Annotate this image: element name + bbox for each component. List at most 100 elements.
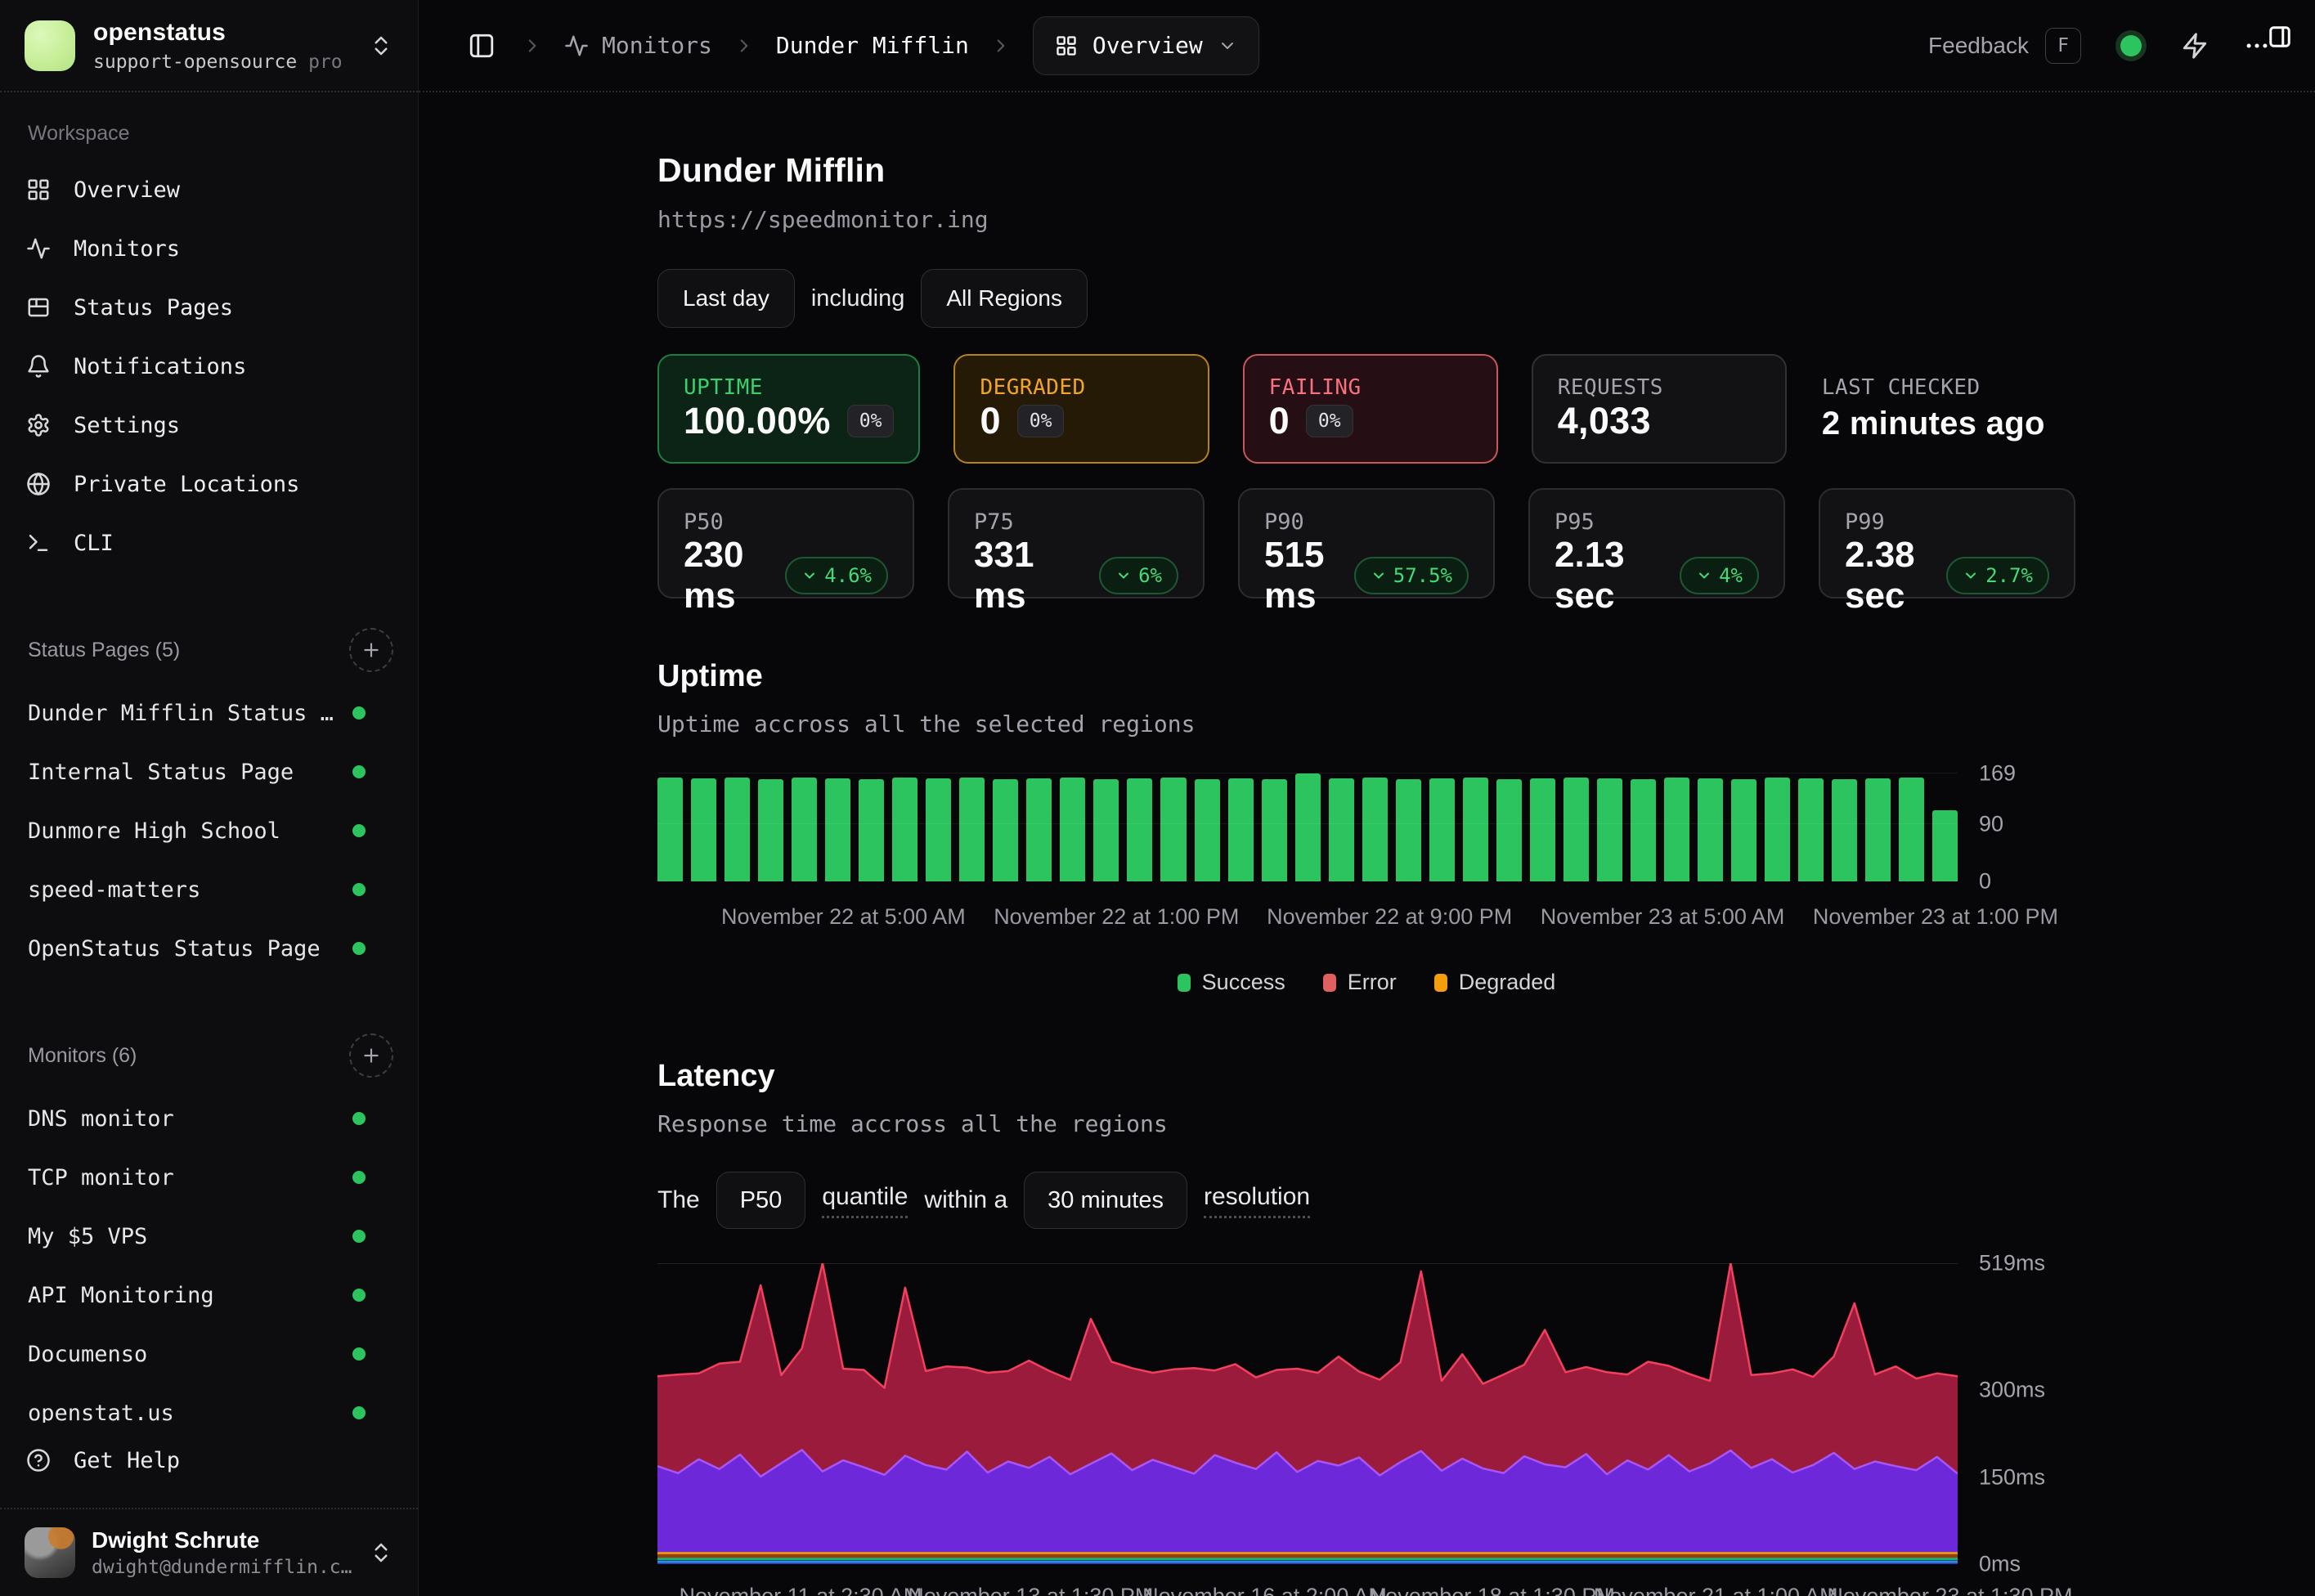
uptime-bar	[1262, 779, 1287, 881]
add-status-page-button[interactable]	[349, 628, 393, 672]
uptime-bar	[892, 778, 917, 881]
monitor-item[interactable]: Documenso	[25, 1325, 393, 1383]
uptime-bar	[1664, 778, 1689, 881]
sidebar-toggle-button[interactable]	[463, 27, 500, 65]
status-page-item[interactable]: Dunder Mifflin Status …	[25, 684, 393, 742]
trend-down-badge: 57.5%	[1354, 557, 1469, 594]
stats-grid: UPTIME 100.00% 0% DEGRADED 0 0% FAILING …	[657, 354, 2075, 464]
sidebar-item-overview[interactable]: Overview	[25, 160, 393, 219]
latency-area-chart	[657, 1263, 1958, 1564]
uptime-bar	[1228, 778, 1254, 881]
latency-subtitle: Response time accross all the regions	[657, 1110, 2315, 1137]
view-selector-button[interactable]: Overview	[1033, 16, 1259, 75]
details-panel-toggle-button[interactable]	[2268, 25, 2292, 49]
status-dot	[352, 765, 366, 778]
legend-item-success: Success	[1178, 970, 1285, 995]
uptime-bar	[758, 779, 783, 881]
latency-controls: The P50 quantile within a 30 minutes res…	[657, 1172, 2315, 1229]
feedback-button[interactable]: Feedback F	[1928, 28, 2081, 64]
chevron-right-icon	[734, 35, 755, 56]
quantile-word[interactable]: quantile	[822, 1183, 908, 1218]
chevron-right-icon	[990, 35, 1012, 56]
uptime-bar	[1060, 778, 1085, 881]
command-menu-button[interactable]	[2181, 32, 2209, 60]
status-page-item[interactable]: Internal Status Page	[25, 742, 393, 801]
monitor-item[interactable]: API Monitoring	[25, 1266, 393, 1325]
stat-card-failing: FAILING 0 0%	[1243, 354, 1498, 464]
regions-filter-button[interactable]: All Regions	[921, 269, 1088, 328]
breadcrumb-monitors[interactable]: Monitors	[564, 32, 712, 59]
more-options-button[interactable]	[2243, 32, 2271, 60]
latency-section: Latency Response time accross all the re…	[657, 1059, 2315, 1596]
uptime-bar	[1631, 779, 1656, 881]
sidebar-item-settings[interactable]: Settings	[25, 396, 393, 455]
get-help-label: Get Help	[74, 1448, 180, 1473]
percentiles-grid: P50 230 ms 4.6% P75 331 ms 6% P90 515 ms…	[657, 488, 2075, 598]
monitors-section-title: Monitors (6)	[25, 1044, 137, 1068]
quantile-select-button[interactable]: P50	[716, 1172, 806, 1229]
get-help-button[interactable]: Get Help	[25, 1431, 393, 1490]
percentile-card-p99: P99 2.38 sec 2.7%	[1819, 488, 2075, 598]
sidebar-item-cli[interactable]: CLI	[25, 513, 393, 572]
monitor-item[interactable]: TCP monitor	[25, 1148, 393, 1207]
uptime-bar	[1127, 778, 1152, 881]
monitor-item[interactable]: My $5 VPS	[25, 1207, 393, 1266]
monitor-item[interactable]: openstat.us	[25, 1383, 393, 1423]
workspace-section-label: Workspace	[28, 122, 393, 146]
uptime-bar-chart	[657, 773, 1958, 881]
monitors-list: DNS monitor TCP monitor My $5 VPS API Mo…	[25, 1089, 393, 1423]
help-circle-icon	[25, 1448, 52, 1473]
uptime-bar	[1429, 778, 1455, 881]
sidebar-item-notifications[interactable]: Notifications	[25, 337, 393, 396]
uptime-bar	[859, 779, 884, 881]
uptime-bar	[1899, 778, 1924, 881]
status-dot	[352, 824, 366, 837]
uptime-bar	[959, 778, 985, 881]
uptime-bar	[1160, 778, 1186, 881]
activity-icon	[564, 34, 589, 58]
uptime-bar	[1362, 778, 1388, 881]
status-page-item[interactable]: speed-matters	[25, 860, 393, 919]
status-dot	[352, 1112, 366, 1125]
user-menu[interactable]: Dwight Schrute dwight@dundermifflin.c…	[0, 1508, 418, 1596]
stat-card-degraded: DEGRADED 0 0%	[953, 354, 1209, 464]
breadcrumb-monitor-name[interactable]: Dunder Mifflin	[776, 32, 969, 59]
grid-icon	[25, 177, 52, 202]
uptime-bar	[657, 778, 683, 881]
resolution-word[interactable]: resolution	[1204, 1183, 1310, 1218]
globe-icon	[25, 472, 52, 496]
monitor-item[interactable]: DNS monitor	[25, 1089, 393, 1148]
resolution-select-button[interactable]: 30 minutes	[1024, 1172, 1187, 1229]
system-status-indicator[interactable]	[2115, 30, 2147, 61]
add-monitor-button[interactable]	[349, 1033, 393, 1078]
plus-icon	[361, 639, 382, 661]
stat-card-last-checked: LAST CHECKED 2 minutes ago	[1820, 354, 2075, 464]
status-page-item[interactable]: OpenStatus Status Page	[25, 919, 393, 978]
sidebar-item-monitors[interactable]: Monitors	[25, 219, 393, 278]
workspace-switcher[interactable]: openstatus support-opensource pro	[0, 0, 418, 92]
status-page-item[interactable]: Dunmore High School	[25, 801, 393, 860]
sidebar-item-private-locations[interactable]: Private Locations	[25, 455, 393, 513]
user-email: dwight@dundermifflin.c…	[92, 1557, 352, 1578]
uptime-subtitle: Uptime accross all the selected regions	[657, 711, 2315, 737]
uptime-section: Uptime Uptime accross all the selected r…	[657, 659, 2315, 995]
sidebar-item-status-pages[interactable]: Status Pages	[25, 278, 393, 337]
uptime-bar	[1865, 778, 1891, 881]
legend-item-error: Error	[1323, 970, 1397, 995]
chevron-down-icon	[1371, 567, 1387, 584]
uptime-bar	[993, 779, 1018, 881]
uptime-bar	[1295, 773, 1321, 881]
panel-left-icon	[468, 32, 496, 60]
chevron-down-icon	[1696, 567, 1712, 584]
uptime-bar	[1093, 779, 1119, 881]
uptime-bar	[825, 778, 850, 881]
activity-icon	[25, 236, 52, 261]
chevrons-up-down-icon	[369, 1540, 393, 1565]
chevron-down-icon	[1963, 567, 1979, 584]
trend-down-badge: 2.7%	[1946, 557, 2049, 594]
monitor-url: https://speedmonitor.ing	[657, 206, 2315, 233]
legend-item-degraded: Degraded	[1434, 970, 1556, 995]
period-filter-button[interactable]: Last day	[657, 269, 795, 328]
uptime-bar	[1329, 778, 1354, 881]
percentile-card-p50: P50 230 ms 4.6%	[657, 488, 914, 598]
